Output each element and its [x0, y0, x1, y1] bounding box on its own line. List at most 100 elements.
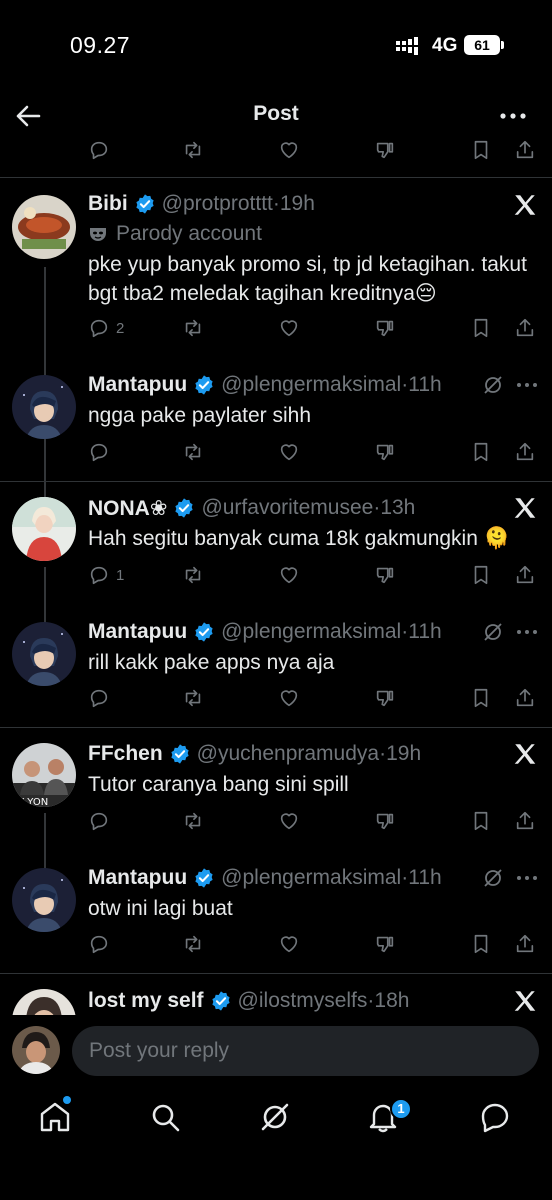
like-button[interactable]: [278, 685, 300, 711]
repost-button[interactable]: [182, 685, 204, 711]
display-name[interactable]: NONA❀: [88, 496, 167, 521]
reply-input[interactable]: Post your reply: [72, 1026, 539, 1076]
bookmark-button[interactable]: [470, 685, 492, 711]
display-name[interactable]: lost my self: [88, 989, 204, 1013]
display-name[interactable]: Bibi: [88, 192, 128, 216]
reply-button[interactable]: [88, 808, 110, 834]
share-button[interactable]: [514, 137, 536, 163]
messages-icon[interactable]: [478, 1100, 512, 1134]
reply-button[interactable]: [88, 931, 110, 957]
avatar[interactable]: [12, 622, 76, 686]
repost-button[interactable]: [182, 562, 204, 588]
dislike-button[interactable]: [374, 808, 396, 834]
bookmark-button[interactable]: [470, 562, 492, 588]
tweet-header: Mantapuu @plengermaksimal · 11h: [88, 866, 442, 890]
bookmark-button[interactable]: [470, 808, 492, 834]
search-icon[interactable]: [148, 1100, 182, 1134]
user-handle[interactable]: @plengermaksimal: [221, 373, 401, 397]
user-handle[interactable]: @protprotttt: [162, 192, 273, 216]
like-button[interactable]: [278, 562, 300, 588]
share-icon: [516, 140, 534, 159]
home-icon[interactable]: [38, 1100, 72, 1134]
timestamp: 11h: [408, 620, 442, 643]
status-bar: 09.27 4G 61: [0, 0, 552, 90]
my-avatar[interactable]: [12, 1026, 60, 1074]
avatar[interactable]: [12, 868, 76, 932]
x-logo-icon[interactable]: [512, 741, 538, 767]
reply-button[interactable]: [88, 439, 110, 465]
avatar[interactable]: [12, 195, 76, 259]
bookmark-button[interactable]: [470, 137, 492, 163]
repost-button[interactable]: [182, 315, 204, 341]
reply-button[interactable]: [88, 685, 110, 711]
like-button[interactable]: [278, 439, 300, 465]
repost-button[interactable]: [182, 137, 204, 163]
share-button[interactable]: [514, 439, 536, 465]
share-button[interactable]: [514, 315, 536, 341]
heart-icon: [280, 142, 298, 159]
avatar[interactable]: [12, 989, 76, 1015]
grok-icon[interactable]: [481, 620, 505, 644]
bookmark-button[interactable]: [470, 439, 492, 465]
share-button[interactable]: [514, 562, 536, 588]
avatar[interactable]: [12, 497, 76, 561]
display-name[interactable]: Mantapuu: [88, 620, 187, 644]
action-row: [88, 931, 538, 959]
thread-line: [44, 813, 46, 869]
dislike-button[interactable]: [374, 562, 396, 588]
display-name[interactable]: Mantapuu: [88, 373, 187, 397]
user-handle[interactable]: @yuchenpramudya: [197, 742, 379, 766]
share-button[interactable]: [514, 808, 536, 834]
heart-icon: [280, 813, 298, 830]
like-button[interactable]: [278, 315, 300, 341]
dislike-button[interactable]: [374, 439, 396, 465]
repost-button[interactable]: [182, 931, 204, 957]
dislike-button[interactable]: [374, 685, 396, 711]
user-handle[interactable]: @urfavoritemusee: [201, 496, 373, 520]
grok-icon[interactable]: [258, 1100, 292, 1134]
display-name[interactable]: Mantapuu: [88, 866, 187, 890]
timestamp: 11h: [408, 373, 442, 396]
like-button[interactable]: [278, 808, 300, 834]
reply-button[interactable]: [88, 137, 110, 163]
reply-button[interactable]: 2: [88, 315, 124, 341]
reply-icon: [90, 443, 108, 462]
more-options-icon[interactable]: [515, 866, 539, 890]
avatar[interactable]: Y YON: [12, 743, 76, 807]
bookmark-icon: [474, 811, 488, 831]
reply-composer: Post your reply: [0, 1022, 552, 1082]
share-button[interactable]: [514, 931, 536, 957]
user-handle[interactable]: @plengermaksimal: [221, 866, 401, 890]
x-logo-icon[interactable]: [512, 988, 538, 1014]
repost-button[interactable]: [182, 439, 204, 465]
reply-feed[interactable]: Bibi @protprotttt · 19h Parody account p…: [0, 135, 552, 1015]
bookmark-icon: [474, 688, 488, 708]
reply-button[interactable]: 1: [88, 562, 124, 588]
tweet-header: Mantapuu @plengermaksimal · 11h: [88, 620, 442, 644]
repost-button[interactable]: [182, 808, 204, 834]
dislike-button[interactable]: [374, 137, 396, 163]
heart-icon: [280, 444, 298, 461]
reply-icon: [90, 566, 108, 585]
display-name[interactable]: FFchen: [88, 742, 163, 766]
dislike-button[interactable]: [374, 931, 396, 957]
avatar[interactable]: [12, 375, 76, 439]
like-button[interactable]: [278, 137, 300, 163]
like-button[interactable]: [278, 931, 300, 957]
user-handle[interactable]: @ilostmyselfs: [238, 989, 368, 1013]
user-handle[interactable]: @plengermaksimal: [221, 620, 401, 644]
bookmark-button[interactable]: [470, 931, 492, 957]
more-options-icon[interactable]: [498, 102, 528, 130]
grok-icon[interactable]: [481, 373, 505, 397]
more-options-icon[interactable]: [515, 373, 539, 397]
x-logo-icon[interactable]: [512, 192, 538, 218]
reply-count: 1: [116, 566, 125, 584]
tweet-text: rill kakk pake apps nya aja: [88, 651, 335, 674]
dislike-button[interactable]: [374, 315, 396, 341]
more-options-icon[interactable]: [515, 620, 539, 644]
grok-icon[interactable]: [481, 866, 505, 890]
bookmark-button[interactable]: [470, 315, 492, 341]
x-logo-icon[interactable]: [512, 495, 538, 521]
tweet-text: pke yup banyak promo si, tp jd ketagihan…: [88, 253, 527, 305]
share-button[interactable]: [514, 685, 536, 711]
